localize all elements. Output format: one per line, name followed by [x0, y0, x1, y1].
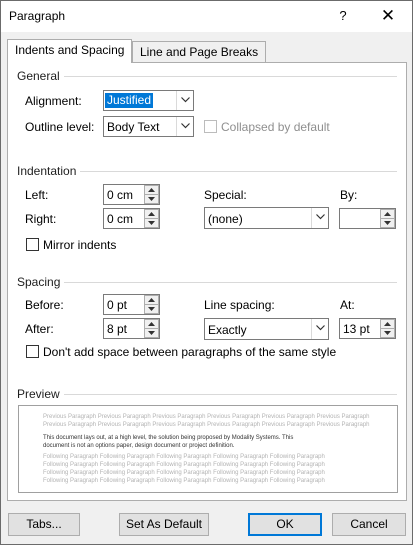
- dont-add-space-label: Don't add space between paragraphs of th…: [43, 345, 337, 359]
- by-spinner[interactable]: [339, 208, 396, 229]
- general-section-label: General: [17, 69, 64, 83]
- title-bar: Paragraph ? ✕: [1, 1, 412, 32]
- spin-down-button[interactable]: [144, 304, 159, 314]
- close-button[interactable]: ✕: [373, 5, 403, 27]
- tabs-button-label: Tabs...: [26, 517, 62, 531]
- at-spinner[interactable]: 13 pt: [339, 318, 396, 339]
- tab-indents-and-spacing[interactable]: Indents and Spacing: [7, 39, 133, 63]
- collapsed-by-default-checkbox[interactable]: [204, 120, 217, 133]
- alignment-dropdown[interactable]: Justified: [103, 90, 194, 111]
- after-spinner[interactable]: 8 pt: [103, 318, 160, 339]
- preview-body-line: document is not an options paper, design…: [43, 443, 235, 449]
- spin-down-button[interactable]: [144, 218, 159, 228]
- at-label: At:: [340, 298, 355, 312]
- after-value: 8 pt: [107, 322, 128, 336]
- spin-down-button[interactable]: [380, 328, 395, 338]
- preview-following-line: Following Paragraph Following Paragraph …: [43, 478, 325, 484]
- preview-following-line: Following Paragraph Following Paragraph …: [43, 462, 325, 468]
- preview-following-line: Following Paragraph Following Paragraph …: [43, 454, 325, 460]
- before-spinner[interactable]: 0 pt: [103, 294, 160, 315]
- preview-divider: [21, 394, 397, 395]
- cancel-button[interactable]: Cancel: [332, 513, 406, 536]
- mirror-indents-label: Mirror indents: [43, 238, 117, 252]
- special-dropdown[interactable]: (none): [204, 207, 329, 229]
- line-spacing-value: Exactly: [208, 323, 247, 337]
- outline-level-label: Outline level:: [25, 120, 95, 134]
- chevron-down-icon: [176, 91, 193, 110]
- set-as-default-label: Set As Default: [125, 517, 203, 531]
- spin-down-button[interactable]: [144, 194, 159, 204]
- tab-label: Line and Page Breaks: [140, 45, 259, 59]
- special-label: Special:: [204, 188, 247, 202]
- preview-body-line: This document lays out, at a high level,…: [43, 435, 294, 441]
- help-button[interactable]: ?: [331, 5, 355, 27]
- right-indent-value: 0 cm: [107, 212, 134, 226]
- mirror-indents-checkbox[interactable]: [26, 238, 39, 251]
- collapsed-by-default-label: Collapsed by default: [221, 120, 330, 134]
- left-indent-value: 0 cm: [107, 188, 134, 202]
- alignment-label: Alignment:: [25, 94, 82, 108]
- at-value: 13 pt: [343, 322, 370, 336]
- tabs-button[interactable]: Tabs...: [8, 513, 80, 536]
- tab-label: Indents and Spacing: [15, 43, 125, 57]
- spacing-section-label: Spacing: [17, 275, 65, 289]
- ok-button[interactable]: OK: [248, 513, 322, 536]
- ok-label: OK: [276, 517, 294, 531]
- line-spacing-dropdown[interactable]: Exactly: [204, 318, 329, 340]
- right-indent-label: Right:: [25, 212, 57, 226]
- chevron-down-icon: [311, 319, 328, 339]
- alignment-value: Justified: [105, 93, 154, 108]
- after-label: After:: [25, 322, 54, 336]
- preview-following-line: Following Paragraph Following Paragraph …: [43, 470, 325, 476]
- line-spacing-label: Line spacing:: [204, 298, 275, 312]
- indentation-section-label: Indentation: [17, 164, 81, 178]
- preview-previous-line: Previous Paragraph Previous Paragraph Pr…: [43, 422, 370, 428]
- set-as-default-button[interactable]: Set As Default: [119, 513, 209, 536]
- chevron-down-icon: [176, 117, 193, 136]
- by-label: By:: [340, 188, 358, 202]
- left-indent-label: Left:: [25, 188, 49, 202]
- paragraph-dialog: Paragraph ? ✕ Indents and Spacing Line a…: [0, 0, 413, 545]
- special-value: (none): [208, 212, 243, 226]
- cancel-label: Cancel: [350, 517, 388, 531]
- outline-level-dropdown[interactable]: Body Text: [103, 116, 194, 137]
- tab-line-and-page-breaks[interactable]: Line and Page Breaks: [132, 41, 267, 63]
- paragraph-preview: Previous Paragraph Previous Paragraph Pr…: [18, 405, 398, 493]
- chevron-down-icon: [311, 208, 328, 228]
- right-indent-spinner[interactable]: 0 cm: [103, 208, 160, 229]
- preview-section-label: Preview: [17, 387, 64, 401]
- before-value: 0 pt: [107, 298, 128, 312]
- dialog-title: Paragraph: [9, 9, 66, 23]
- spin-down-button[interactable]: [380, 218, 395, 228]
- spin-down-button[interactable]: [144, 328, 159, 338]
- left-indent-spinner[interactable]: 0 cm: [103, 184, 160, 205]
- dont-add-space-checkbox[interactable]: [26, 345, 39, 358]
- general-divider: [21, 76, 397, 77]
- before-label: Before:: [25, 298, 64, 312]
- preview-previous-line: Previous Paragraph Previous Paragraph Pr…: [43, 414, 370, 420]
- spacing-divider: [21, 282, 397, 283]
- outline-level-value: Body Text: [107, 120, 160, 134]
